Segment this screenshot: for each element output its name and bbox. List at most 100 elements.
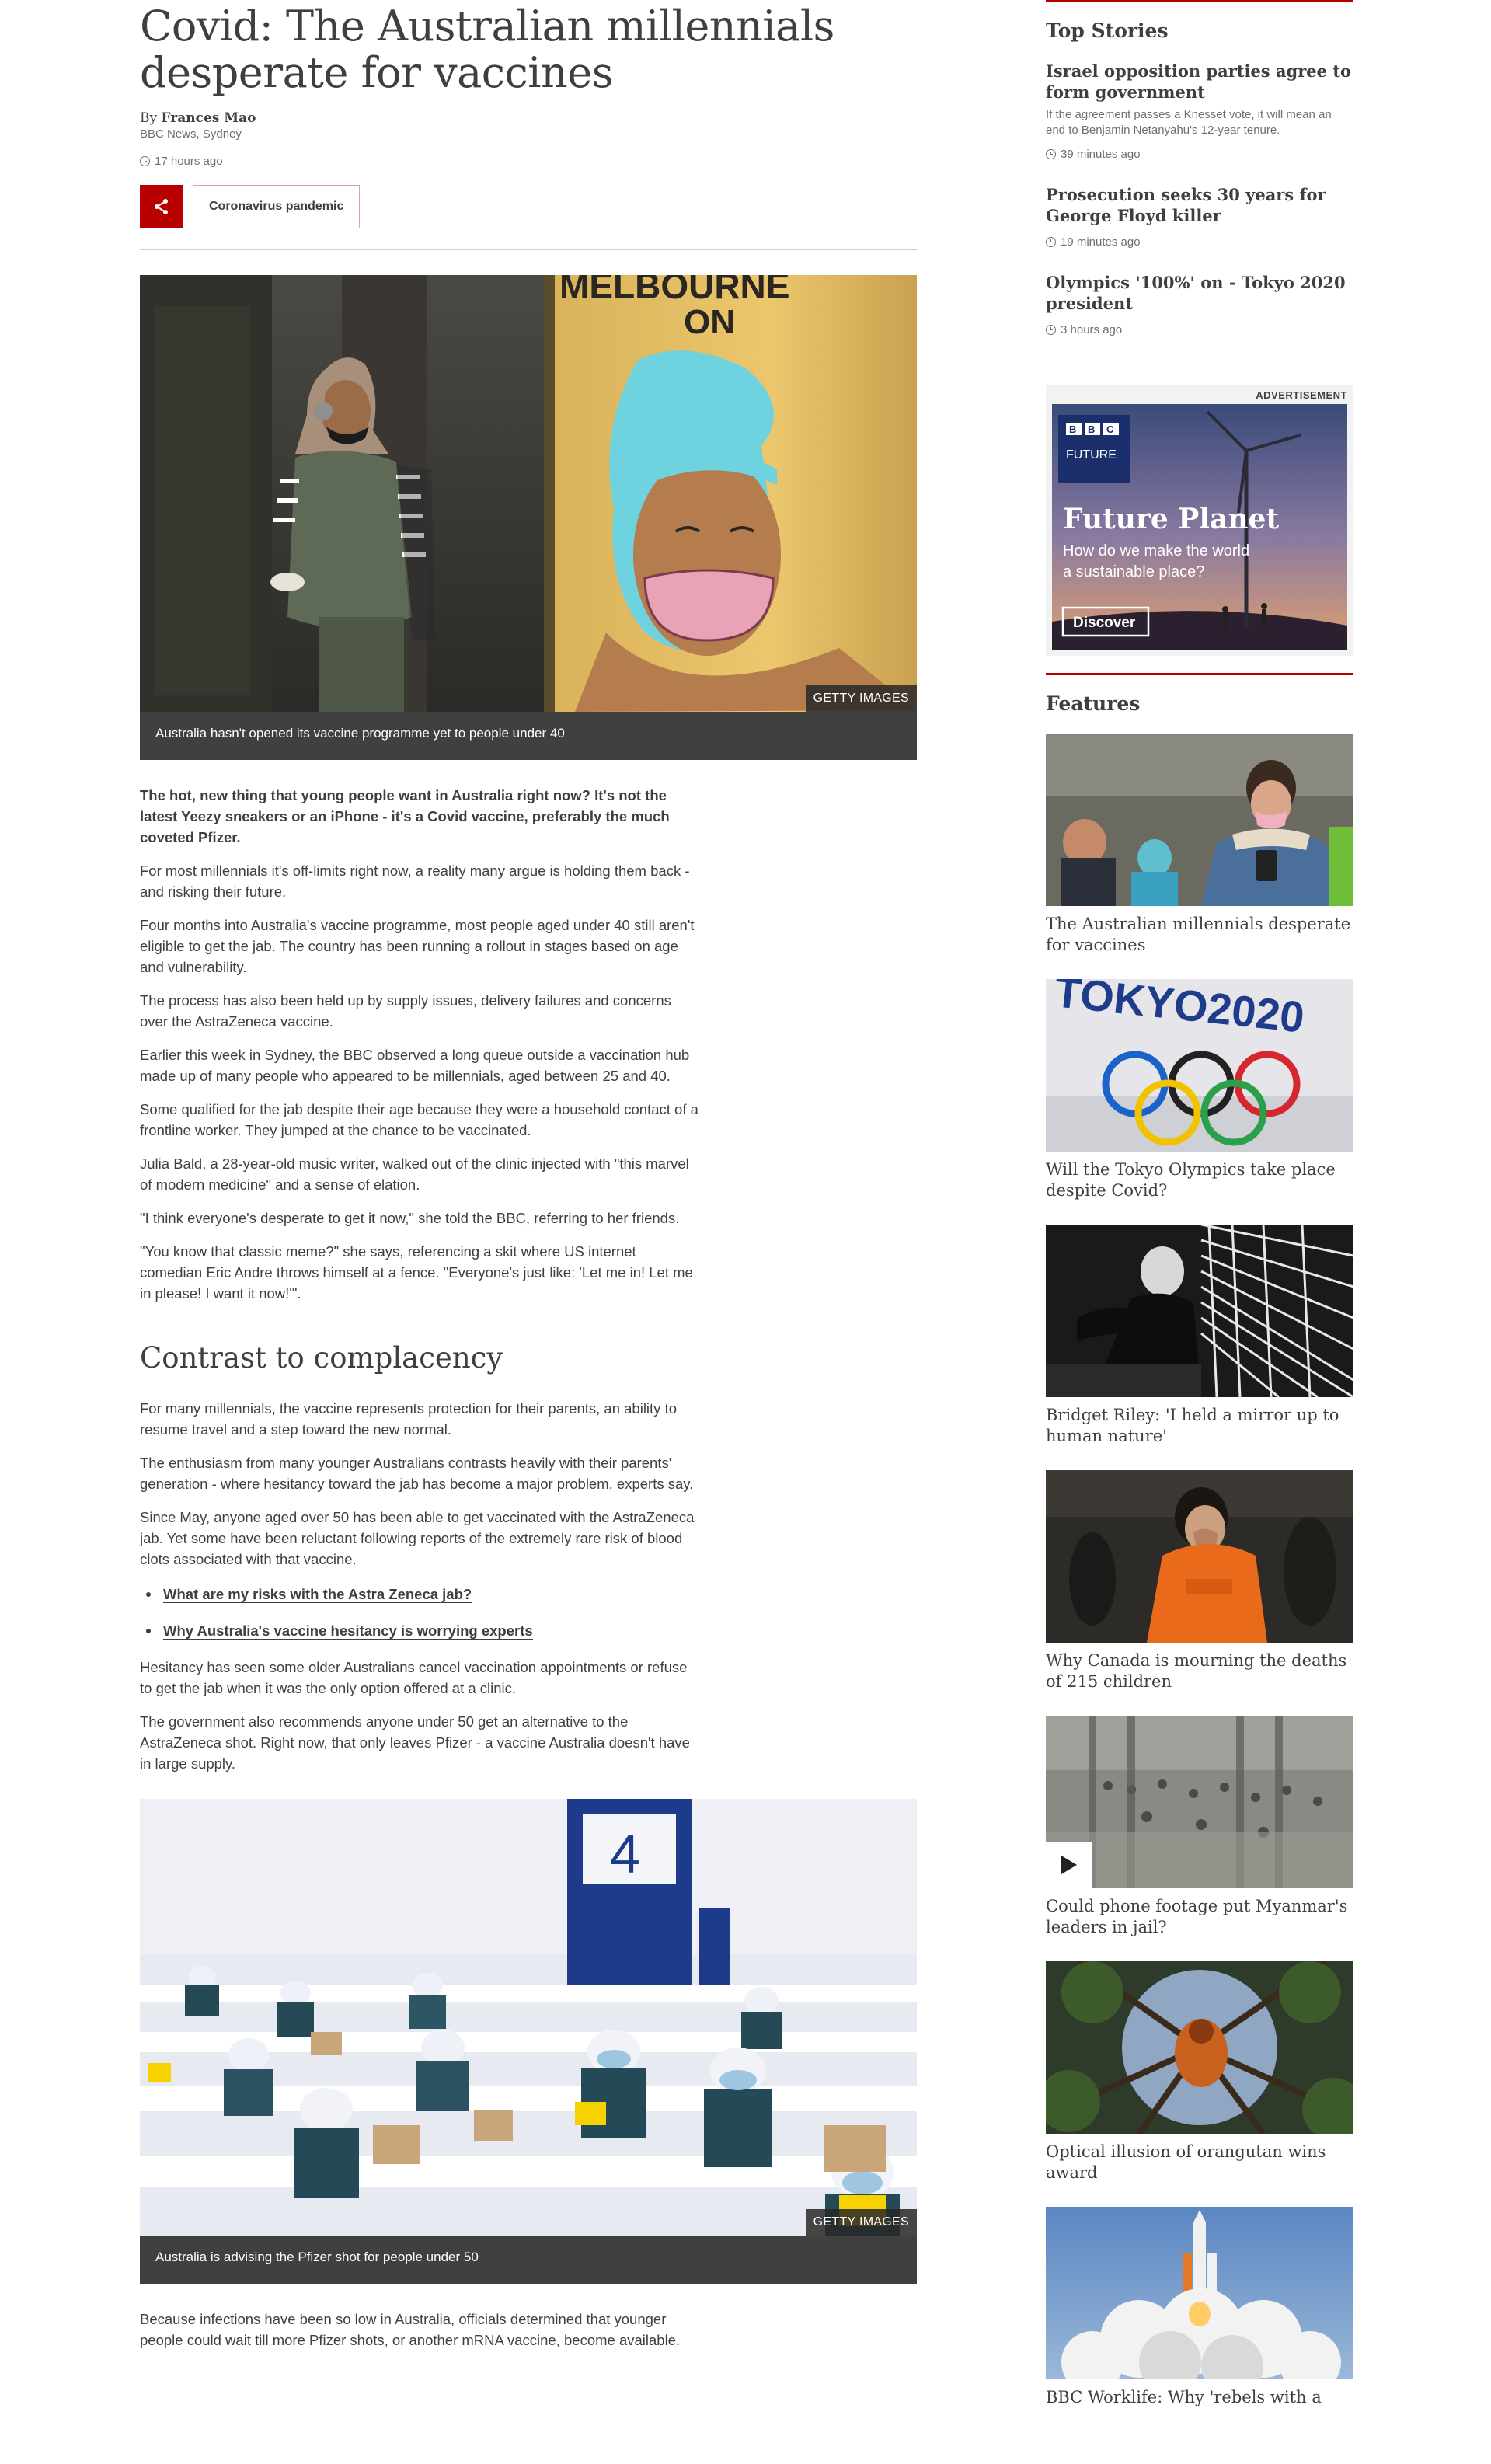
- ad-text-2: a sustainable place?: [1063, 563, 1204, 580]
- share-icon: [155, 199, 168, 214]
- top-story-title[interactable]: Israel opposition parties agree to form …: [1046, 61, 1353, 103]
- clock-icon: [1046, 237, 1056, 247]
- feature-title[interactable]: Could phone footage put Myanmar's leader…: [1046, 1896, 1353, 1938]
- feature-card[interactable]: Why Canada is mourning the deaths of 215…: [1046, 1470, 1353, 1692]
- article-time: 17 hours ago: [155, 155, 223, 168]
- feature-thumbnail: [1046, 734, 1353, 906]
- advertisement: ADVERTISEMENT B B C FUTURE Future Planet…: [1046, 385, 1353, 656]
- feature-thumbnail: [1046, 1225, 1353, 1397]
- feature-title[interactable]: Optical illusion of orangutan wins award: [1046, 2142, 1353, 2183]
- body-paragraph: For most millennials it's off-limits rig…: [140, 862, 690, 900]
- features-list: The Australian millennials desperate for…: [1046, 734, 1353, 2408]
- svg-text:C: C: [1106, 423, 1114, 435]
- feature-thumbnail: [1046, 1961, 1353, 2134]
- image-caption: Australia is advising the Pfizer shot fo…: [140, 2235, 917, 2284]
- top-story[interactable]: Prosecution seeks 30 years for George Fl…: [1046, 184, 1353, 249]
- feature-card[interactable]: The Australian millennials desperate for…: [1046, 734, 1353, 956]
- feature-thumbnail: [1046, 2207, 1353, 2379]
- feature-card[interactable]: Optical illusion of orangutan wins award: [1046, 1961, 1353, 2183]
- body-paragraph: Since May, anyone aged over 50 has been …: [140, 1508, 695, 1567]
- body-paragraph: "You know that classic meme?" she says, …: [140, 1242, 693, 1302]
- related-link[interactable]: Why Australia's vaccine hesitancy is wor…: [163, 1622, 533, 1640]
- author-name: Frances Mao: [161, 110, 256, 126]
- feature-title[interactable]: The Australian millennials desperate for…: [1046, 914, 1353, 956]
- body-paragraph: "I think everyone's desperate to get it …: [140, 1209, 680, 1226]
- topic-tag-button[interactable]: Coronavirus pandemic: [193, 185, 361, 228]
- top-story-title[interactable]: Prosecution seeks 30 years for George Fl…: [1046, 184, 1353, 226]
- ad-illustration: B B C FUTURE Future Planet How do we mak…: [1052, 404, 1347, 650]
- top-stories-heading: Top Stories: [1046, 19, 1169, 42]
- article-subheading: Contrast to complacency: [140, 1340, 503, 1375]
- play-icon: [1061, 1856, 1077, 1874]
- features-heading: Features: [1046, 692, 1141, 715]
- share-button[interactable]: [140, 185, 183, 228]
- feature-title[interactable]: Bridget Riley: 'I held a mirror up to hu…: [1046, 1405, 1353, 1447]
- second-image: 4 GETTY IMAGES: [140, 1798, 917, 2236]
- feature-thumbnail: [1046, 1470, 1353, 1643]
- top-story[interactable]: Olympics '100%' on - Tokyo 2020 presiden…: [1046, 272, 1353, 336]
- lead-image-figure: MELBOURNE ON GETTY IMAGES Australia hasn…: [140, 274, 917, 760]
- top-story-time-text: 3 hours ago: [1061, 323, 1123, 336]
- features-rule: [1046, 673, 1353, 675]
- related-link-item: What are my risks with the Astra Zeneca …: [146, 1584, 917, 1605]
- mural-text-melbourne: MELBOURNE: [559, 275, 789, 306]
- header-divider: [140, 249, 917, 250]
- lead-paragraph: The hot, new thing that young people wan…: [140, 786, 670, 845]
- top-stories-rule: [1046, 0, 1353, 2]
- second-image-figure: 4 GETTY IMAGES Australia is advising the…: [140, 1798, 917, 2284]
- feature-title[interactable]: Will the Tokyo Olympics take place despi…: [1046, 1159, 1353, 1201]
- mural-text-on: ON: [684, 303, 735, 341]
- body-paragraph: Some qualified for the jab despite their…: [140, 1100, 698, 1138]
- feature-card[interactable]: Bridget Riley: 'I held a mirror up to hu…: [1046, 1225, 1353, 1447]
- play-button[interactable]: [1046, 1842, 1092, 1888]
- related-link[interactable]: What are my risks with the Astra Zeneca …: [163, 1585, 472, 1603]
- byline-prefix: By: [140, 110, 162, 126]
- body-paragraph: The enthusiasm from many younger Austral…: [140, 1454, 694, 1492]
- body-paragraph: Earlier this week in Sydney, the BBC obs…: [140, 1046, 690, 1084]
- lead-image-illustration: MELBOURNE ON: [140, 274, 917, 712]
- feature-card[interactable]: BBC Worklife: Why 'rebels with a: [1046, 2207, 1353, 2408]
- ad-banner[interactable]: B B C FUTURE Future Planet How do we mak…: [1052, 404, 1347, 650]
- body-paragraph: The government also recommends anyone un…: [140, 1713, 690, 1772]
- clock-icon: [1046, 325, 1056, 335]
- top-story-time: 19 minutes ago: [1046, 235, 1353, 249]
- ad-brand: FUTURE: [1066, 448, 1117, 462]
- top-story[interactable]: Israel opposition parties agree to form …: [1046, 61, 1353, 161]
- lead-image: MELBOURNE ON GETTY IMAGES: [140, 274, 917, 712]
- image-credit: GETTY IMAGES: [805, 685, 917, 712]
- article: Covid: The Australian millennials desper…: [140, 0, 917, 2351]
- feature-card[interactable]: TOKYO2020 Will the Tokyo Olympics take p…: [1046, 979, 1353, 1201]
- clock-icon: [1046, 149, 1056, 159]
- body-paragraph: For many millennials, the vaccine repres…: [140, 1399, 677, 1438]
- top-story-summary: If the agreement passes a Knesset vote, …: [1046, 108, 1332, 137]
- byline-org: BBC News, Sydney: [140, 127, 242, 141]
- sidebar: Top Stories Israel opposition parties ag…: [1046, 0, 1353, 2408]
- feature-title[interactable]: Why Canada is mourning the deaths of 215…: [1046, 1650, 1353, 1692]
- related-link-item: Why Australia's vaccine hesitancy is wor…: [146, 1620, 917, 1641]
- svg-text:B: B: [1069, 423, 1076, 435]
- body-paragraph: Because infections have been so low in A…: [140, 2310, 681, 2348]
- feature-thumbnail: [1046, 1716, 1353, 1888]
- image-credit: GETTY IMAGES: [805, 2208, 917, 2236]
- ad-title: Future Planet: [1063, 503, 1279, 535]
- body-paragraph: Hesitancy has seen some older Australian…: [140, 1658, 688, 1696]
- advertisement-label: ADVERTISEMENT: [1256, 389, 1347, 401]
- top-story-time-text: 39 minutes ago: [1061, 148, 1141, 161]
- byline-author: By Frances Mao: [140, 110, 917, 126]
- related-links-list: What are my risks with the Astra Zeneca …: [140, 1584, 917, 1641]
- top-story-title[interactable]: Olympics '100%' on - Tokyo 2020 presiden…: [1046, 272, 1353, 314]
- feature-title[interactable]: BBC Worklife: Why 'rebels with a: [1046, 2387, 1353, 2408]
- ad-text-1: How do we make the world: [1063, 542, 1249, 559]
- article-timestamp: 17 hours ago: [140, 155, 917, 168]
- article-headline: Covid: The Australian millennials desper…: [140, 2, 834, 97]
- svg-text:B: B: [1088, 423, 1095, 435]
- body-paragraph: The process has also been held up by sup…: [140, 992, 671, 1030]
- image-caption: Australia hasn't opened its vaccine prog…: [140, 711, 917, 760]
- body-paragraph: Julia Bald, a 28-year-old music writer, …: [140, 1155, 689, 1193]
- ad-cta[interactable]: Discover: [1073, 615, 1136, 631]
- body-paragraph: Four months into Australia's vaccine pro…: [140, 916, 695, 975]
- feature-card[interactable]: Could phone footage put Myanmar's leader…: [1046, 1716, 1353, 1938]
- hall-sign-number: 4: [610, 1824, 640, 1884]
- feature-thumbnail: TOKYO2020: [1046, 979, 1353, 1152]
- top-story-time: 3 hours ago: [1046, 323, 1353, 336]
